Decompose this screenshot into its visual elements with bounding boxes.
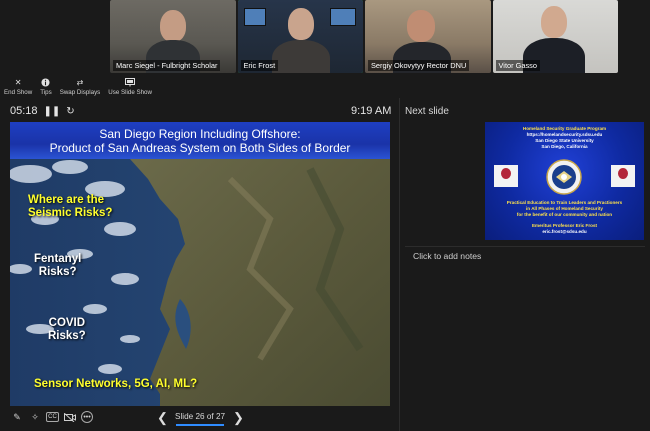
participant-name: Vitor Gasso — [495, 60, 540, 71]
photo-thumbnail-left — [494, 165, 518, 187]
tips-button[interactable]: Tips — [40, 78, 52, 96]
seal-icon — [546, 159, 582, 195]
callout-covid-line-1: COVID — [48, 317, 86, 329]
close-icon: ✕ — [14, 78, 22, 87]
info-icon — [41, 78, 51, 87]
callout-seismic: Where are the Seismic Risks? — [28, 194, 112, 220]
slide-counter[interactable]: Slide 26 of 27 — [175, 412, 225, 421]
callout-sensor: Sensor Networks, 5G, AI, ML? — [34, 378, 198, 390]
callout-seismic-line-2: Seismic Risks? — [28, 207, 113, 219]
participant-tile-marc-siegel[interactable]: Marc Siegel - Fulbright Scholar — [110, 0, 236, 73]
current-slide[interactable]: San Diego Region Including Offshore: Pro… — [10, 122, 390, 406]
next-slide-url: https://homelandsecurity.sdsu.edu — [526, 132, 603, 137]
callout-fentanyl-line-1: Fentanyl — [34, 253, 82, 265]
monitor-shape — [243, 8, 266, 26]
callout-fentanyl-line-2: Risks? — [38, 266, 77, 278]
participant-head — [540, 6, 567, 38]
next-slide-program: Homeland Security Graduate Program — [522, 126, 607, 131]
slide-title: San Diego Region Including Offshore: Pro… — [10, 127, 390, 155]
use-slide-show-button[interactable]: Use Slide Show — [108, 78, 152, 96]
next-slide-tagline-1: Practical Education to Train Leaders and… — [506, 200, 623, 205]
next-slide-icon[interactable]: ❯ — [233, 410, 244, 426]
panel-divider — [399, 98, 400, 431]
next-slide-tagline-2: in All Phases of Homeland Security — [526, 206, 603, 211]
callout-covid: COVID Risks? — [48, 317, 86, 343]
end-show-button[interactable]: ✕ End Show — [4, 78, 32, 96]
restart-icon[interactable]: ↻ — [66, 106, 74, 117]
subtitles-icon[interactable]: CC — [46, 412, 59, 422]
next-slide-tagline-3: for the benefit of our community and nat… — [516, 212, 613, 217]
presenter-toolbar: ✕ End Show Tips ⇄ Swap Displays Use Slid… — [4, 78, 152, 96]
slide-title-line-2: Product of San Andreas System on Both Si… — [49, 141, 351, 155]
participant-head — [287, 8, 314, 40]
participant-head — [160, 10, 186, 42]
more-options-icon[interactable]: ••• — [81, 411, 93, 423]
next-slide-email: eric.frost@sdsu.edu — [542, 229, 587, 234]
callout-seismic-line-1: Where are the — [28, 194, 105, 206]
callout-fentanyl: Fentanyl Risks? — [34, 253, 81, 279]
tips-label: Tips — [40, 89, 52, 96]
participant-name: Sergiy Okovytyy Rector DNU — [368, 60, 470, 71]
next-slide-preview[interactable]: Homeland Security Graduate Program https… — [485, 122, 644, 240]
slide-title-bar: San Diego Region Including Offshore: Pro… — [10, 122, 390, 159]
previous-slide-icon[interactable]: ❮ — [157, 410, 168, 426]
swap-displays-button[interactable]: ⇄ Swap Displays — [60, 78, 101, 96]
clock: 9:19 AM — [351, 105, 392, 117]
end-show-label: End Show — [4, 89, 33, 96]
laser-pointer-icon[interactable]: ✧ — [28, 410, 42, 424]
callout-covid-line-2: Risks? — [48, 330, 86, 342]
pause-icon[interactable]: ❚❚ — [44, 106, 61, 117]
notes-input[interactable]: Click to add notes — [413, 251, 481, 261]
swap-icon: ⇄ — [76, 78, 84, 87]
monitor-shape — [329, 8, 356, 26]
participant-tile-sergiy-okovytyy[interactable]: Sergiy Okovytyy Rector DNU — [365, 0, 491, 73]
participant-name: Marc Siegel - Fulbright Scholar — [113, 60, 221, 71]
pen-icon[interactable]: ✎ — [10, 410, 24, 424]
slide-tools: ✎ ✧ CC ••• — [10, 410, 93, 424]
slide-title-line-1: San Diego Region Including Offshore: — [99, 127, 301, 141]
participant-head — [407, 10, 435, 42]
next-slide-city: San Diego, California — [541, 144, 588, 149]
presentation-timer: 05:18 ❚❚ ↻ — [10, 105, 75, 117]
use-slide-show-label: Use Slide Show — [108, 89, 152, 96]
timer-value: 05:18 — [10, 105, 38, 117]
camera-icon[interactable] — [63, 410, 77, 424]
participant-tile-vitor-gasso[interactable]: Vitor Gasso — [492, 0, 618, 73]
next-slide-label: Next slide — [405, 106, 449, 117]
photo-thumbnail-right — [611, 165, 635, 187]
next-slide-university: San Diego State University — [535, 138, 594, 143]
notes-divider — [405, 246, 645, 247]
next-slide-professor: Emeritus Professor Eric Frost — [531, 223, 598, 228]
video-strip: Marc Siegel - Fulbright Scholar Eric Fro… — [110, 0, 618, 73]
slide-counter-underline — [176, 424, 224, 426]
swap-displays-label: Swap Displays — [59, 89, 101, 96]
participant-body — [271, 40, 330, 73]
participant-tile-eric-frost[interactable]: Eric Frost — [237, 0, 363, 73]
participant-name: Eric Frost — [240, 60, 279, 71]
slideshow-icon — [125, 78, 136, 87]
